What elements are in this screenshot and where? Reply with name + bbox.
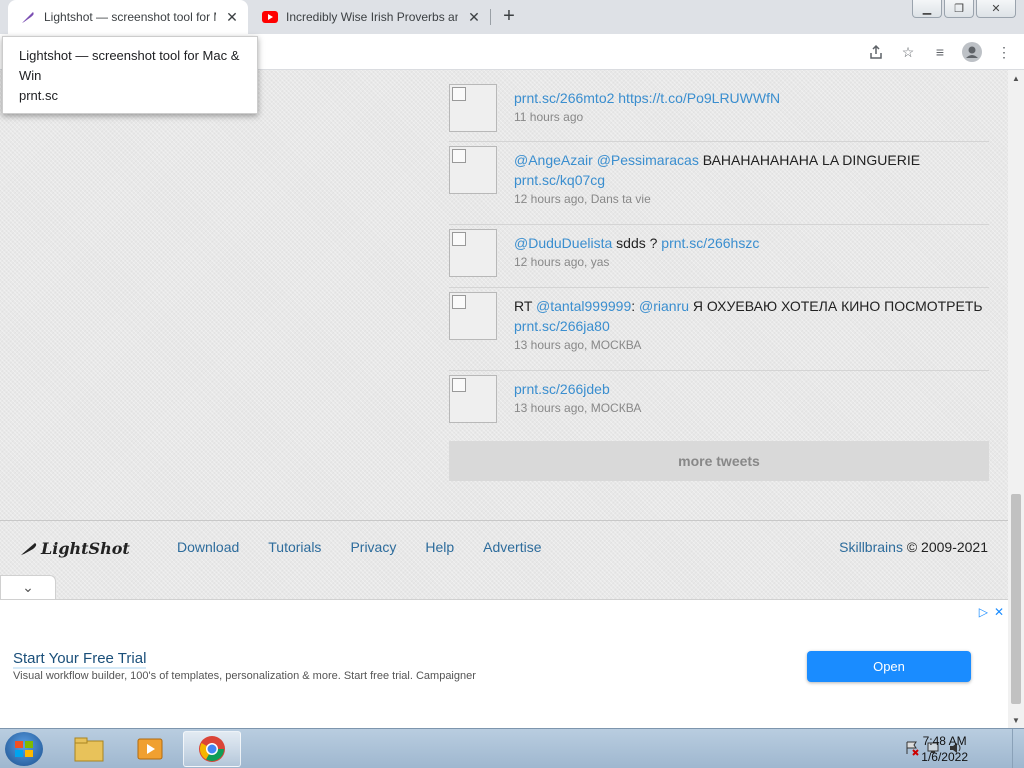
tab-title: Incredibly Wise Irish Proverbs an (286, 10, 458, 24)
tweet-link[interactable]: @DuduDuelista (514, 235, 612, 251)
copyright-text: © 2009-2021 (902, 539, 988, 555)
tweet-avatar[interactable] (449, 375, 497, 423)
restore-button[interactable]: ❐ (944, 0, 974, 18)
site-footer: LightShot Download Tutorials Privacy Hel… (0, 520, 1008, 580)
tweet-link[interactable]: @rianru (639, 298, 689, 314)
show-desktop-button[interactable] (1012, 729, 1024, 768)
tweet-link[interactable]: prnt.sc/266hszc (661, 235, 759, 251)
tooltip-url: prnt.sc (19, 88, 59, 103)
tab-youtube[interactable]: Incredibly Wise Irish Proverbs an ✕ (250, 0, 490, 34)
tab-lightshot[interactable]: Lightshot — screenshot tool for M ✕ (8, 0, 248, 34)
tab-separator (490, 9, 491, 25)
tweet-avatar[interactable] (449, 229, 497, 277)
bookmark-star-icon[interactable]: ☆ (896, 40, 920, 64)
tweet-link[interactable]: prnt.sc/266jdeb (514, 381, 610, 397)
profile-icon[interactable] (960, 40, 984, 64)
ad-description: Visual workflow builder, 100's of templa… (13, 670, 476, 682)
chevron-down-icon: ⌄ (22, 579, 34, 595)
tweet-link[interactable]: prnt.sc/266mto2 https://t.co/Po9LRUWWfN (514, 90, 780, 106)
tweet-meta: 12 hours ago, yas (514, 255, 610, 269)
tweet-text: @DuduDuelista sdds ? prnt.sc/266hszc (514, 225, 989, 253)
file-explorer-taskbar-icon[interactable] (60, 731, 118, 767)
footer-link-tutorials[interactable]: Tutorials (268, 539, 321, 555)
tweet-link[interactable]: prnt.sc/kq07cg (514, 172, 605, 188)
tweet-text-segment: : (631, 298, 640, 314)
close-tab-icon[interactable]: ✕ (224, 9, 240, 25)
tab-title: Lightshot — screenshot tool for M (44, 10, 216, 24)
start-button[interactable] (5, 732, 43, 766)
action-center-flag-icon[interactable] (904, 740, 920, 759)
tweet-meta: 13 hours ago, МОСКВА (514, 338, 642, 352)
footer-link-help[interactable]: Help (425, 539, 454, 555)
windows-logo-icon (15, 741, 33, 757)
footer-link-privacy[interactable]: Privacy (350, 539, 396, 555)
tooltip-title: Lightshot — screenshot tool for Mac & Wi… (19, 48, 240, 83)
tweet-text-segment: RT (514, 298, 537, 314)
ad-open-button[interactable]: Open (807, 651, 971, 682)
adchoices-icon[interactable]: ▷ (979, 605, 988, 619)
tweet-text-segment: Я ОХУЕВАЮ ХОТЕЛА КИНО ПОСМОТРЕТЬ (689, 298, 983, 314)
tweet-text: prnt.sc/266jdeb (514, 371, 989, 399)
footer-link-advertise[interactable]: Advertise (483, 539, 541, 555)
tweet-text: RT @tantal999999: @rianru Я ОХУЕВАЮ ХОТЕ… (514, 288, 989, 336)
ad-banner: ▷ ✕ Start Your Free Trial Visual workflo… (0, 599, 1008, 728)
logo-text: LightShot (41, 539, 130, 558)
tweet-text: @AngeAzair @Pessimaracas ВАНАНАНАНАНА LA… (514, 142, 989, 190)
share-icon[interactable] (864, 40, 888, 64)
youtube-icon (262, 9, 278, 25)
tweet-avatar[interactable] (449, 292, 497, 340)
tweet-text-segment: ВАНАНАНАНАНА LA DINGUERIE (698, 152, 921, 168)
tweet-link[interactable]: @tantal999999 (536, 298, 631, 314)
tweet-link[interactable]: prnt.sc/266ja80 (514, 318, 610, 334)
tweet-avatar[interactable] (449, 146, 497, 194)
minimize-button[interactable]: ▁ (912, 0, 942, 18)
clock-time: 7:48 AM (922, 734, 967, 748)
scroll-thumb[interactable] (1011, 494, 1021, 704)
page-scrollbar[interactable]: ▲ ▼ (1008, 70, 1024, 728)
feather-icon (20, 9, 36, 25)
close-ad-icon[interactable]: ✕ (994, 605, 1004, 619)
media-queue-icon[interactable]: ≡ (928, 40, 952, 64)
windows-taskbar: 7:48 AM 1/6/2022 (0, 728, 1024, 768)
tweet-text: prnt.sc/266mto2 https://t.co/Po9LRUWWfN (514, 80, 989, 108)
tab-hover-tooltip: Lightshot — screenshot tool for Mac & Wi… (2, 36, 258, 114)
tweet-item: prnt.sc/266jdeb 13 hours ago, МОСКВА (449, 371, 989, 427)
chrome-taskbar-icon[interactable] (183, 731, 241, 767)
tweet-item: @AngeAzair @Pessimaracas ВАНАНАНАНАНА LA… (449, 142, 989, 225)
close-tab-icon[interactable]: ✕ (466, 9, 482, 25)
tweet-text-segment: sdds ? (612, 235, 662, 251)
page-viewport: prnt.sc/266mto2 https://t.co/Po9LRUWWfN … (0, 70, 1008, 728)
tweet-meta: 13 hours ago, МОСКВА (514, 401, 642, 415)
tweet-item: prnt.sc/266mto2 https://t.co/Po9LRUWWfN … (449, 80, 989, 142)
tweet-item: @DuduDuelista sdds ? prnt.sc/266hszc 12 … (449, 225, 989, 288)
copyright: Skillbrains © 2009-2021 (839, 539, 988, 555)
menu-kebab-icon[interactable]: ⋮ (992, 40, 1016, 64)
footer-link-download[interactable]: Download (177, 539, 239, 555)
ad-title[interactable]: Start Your Free Trial (13, 650, 147, 669)
scroll-up-icon[interactable]: ▲ (1008, 70, 1024, 86)
skillbrains-link[interactable]: Skillbrains (839, 539, 903, 555)
tab-strip: Lightshot — screenshot tool for M ✕ Incr… (0, 0, 1024, 34)
tweet-meta: 12 hours ago, Dans ta vie (514, 192, 651, 206)
window-controls: ▁ ❐ ✕ (912, 0, 1016, 18)
taskbar-clock[interactable]: 7:48 AM 1/6/2022 (921, 733, 968, 765)
ad-collapse-toggle[interactable]: ⌄ (0, 575, 56, 599)
tweet-avatar[interactable] (449, 84, 497, 132)
footer-nav: Download Tutorials Privacy Help Advertis… (177, 539, 542, 555)
new-tab-button[interactable]: + (498, 5, 520, 27)
more-tweets-button[interactable]: more tweets (449, 441, 989, 481)
tweet-link[interactable]: @AngeAzair @Pessimaracas (514, 152, 699, 168)
close-window-button[interactable]: ✕ (976, 0, 1016, 18)
tweet-meta: 11 hours ago (514, 110, 584, 124)
tweet-list: prnt.sc/266mto2 https://t.co/Po9LRUWWfN … (449, 80, 989, 427)
lightshot-logo[interactable]: LightShot (20, 539, 130, 558)
media-player-taskbar-icon[interactable] (121, 731, 179, 767)
scroll-down-icon[interactable]: ▼ (1008, 712, 1024, 728)
tweet-item: RT @tantal999999: @rianru Я ОХУЕВАЮ ХОТЕ… (449, 288, 989, 371)
clock-date: 1/6/2022 (921, 750, 968, 764)
